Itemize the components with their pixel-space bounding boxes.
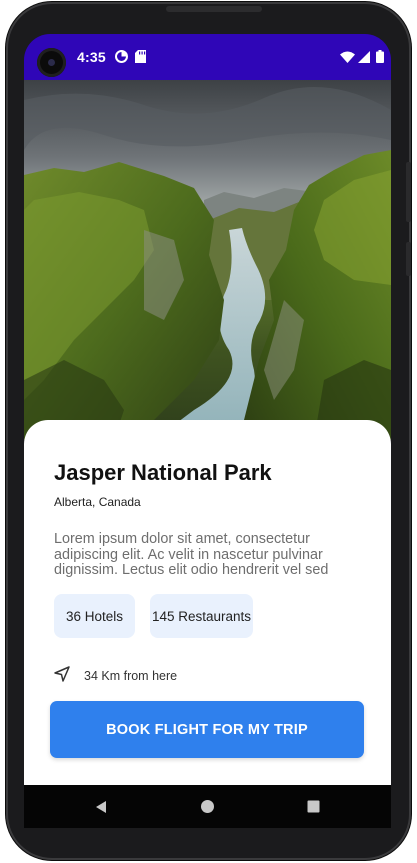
back-icon (96, 800, 106, 813)
book-flight-button[interactable]: BOOK FLIGHT FOR MY TRIP (50, 701, 364, 758)
hotels-chip[interactable]: 36 Hotels (54, 594, 135, 638)
place-description: Lorem ipsum dolor sit amet, consectetur … (54, 532, 329, 578)
back-button[interactable] (71, 785, 131, 828)
navigation-arrow-icon (53, 665, 71, 683)
battery-icon (372, 49, 387, 64)
status-bar: 4:35 (24, 34, 391, 80)
power-button (406, 242, 411, 276)
home-button[interactable] (177, 785, 237, 828)
book-flight-button-label: BOOK FLIGHT FOR MY TRIP (106, 721, 308, 738)
cell-signal-icon (356, 49, 371, 64)
volume-button (406, 162, 411, 222)
front-camera (37, 48, 66, 77)
hotels-chip-label: 36 Hotels (65, 608, 124, 624)
place-title: Jasper National Park (54, 460, 272, 485)
restaurants-chip[interactable]: 145 Restaurants (150, 594, 253, 638)
recents-button[interactable] (283, 785, 343, 828)
screen: 4:35 Jasper National Park Alberta, Canad… (24, 34, 391, 828)
place-location: Alberta, Canada (54, 495, 141, 509)
data-saver-icon (114, 49, 129, 64)
details-card: Jasper National Park Alberta, Canada Lor… (24, 420, 391, 790)
system-navigation-bar (24, 785, 391, 828)
home-icon (200, 800, 214, 813)
status-time: 4:35 (77, 49, 106, 65)
hero-image-carousel[interactable] (24, 80, 391, 440)
restaurants-chip-label: 145 Restaurants (151, 608, 252, 624)
distance-text: 34 Km from here (84, 669, 178, 683)
speaker-grille (166, 6, 262, 12)
canyon-landscape-image (24, 80, 391, 440)
wifi-icon (340, 49, 355, 64)
sd-card-icon (133, 49, 148, 64)
recents-icon (307, 800, 319, 813)
